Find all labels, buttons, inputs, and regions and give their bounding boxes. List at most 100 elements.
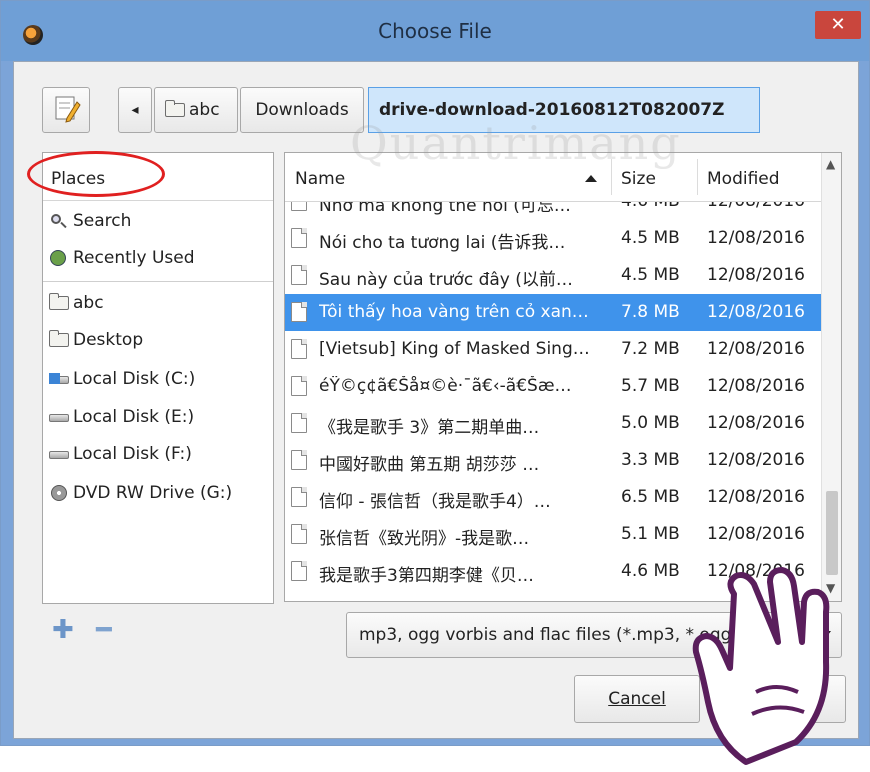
file-name: 中國好歌曲 第五期 胡莎莎 … <box>319 455 540 475</box>
column-header: Name Size Modified <box>285 153 821 202</box>
add-place-button[interactable]: ✚ <box>52 617 74 643</box>
place-label: Search <box>73 211 132 231</box>
file-icon <box>291 228 307 248</box>
file-row[interactable]: 我是歌手3第四期李健《贝… 4.6 MB 12/08/2016 <box>285 553 821 590</box>
column-name[interactable]: Name <box>295 169 345 189</box>
open-label: Open <box>760 689 806 709</box>
places-item-search[interactable]: Search <box>49 211 131 231</box>
file-name: Nói cho ta tương lai (告诉我… <box>319 233 566 253</box>
folder-icon <box>49 293 69 310</box>
scroll-up-icon[interactable]: ▲ <box>826 157 835 171</box>
places-item-recently-used[interactable]: Recently Used <box>49 248 195 268</box>
file-size: 6.5 MB <box>621 487 680 507</box>
column-modified[interactable]: Modified <box>707 169 780 189</box>
path-crumb-downloads[interactable]: Downloads <box>240 87 364 133</box>
search-icon <box>49 213 69 229</box>
open-button[interactable]: Open <box>720 675 846 723</box>
dvd-icon <box>49 485 69 501</box>
sort-ascending-icon <box>585 175 597 182</box>
file-modified: 12/08/2016 <box>707 302 805 322</box>
file-size: 4.6 MB <box>621 561 680 581</box>
column-divider[interactable] <box>697 159 698 195</box>
file-modified: 12/08/2016 <box>707 413 805 433</box>
title-bar[interactable]: Choose File ✕ <box>1 1 869 61</box>
place-label: Recently Used <box>73 248 195 268</box>
scroll-down-icon[interactable]: ▼ <box>826 581 835 595</box>
places-divider <box>43 281 273 282</box>
file-icon <box>291 376 307 396</box>
cancel-button[interactable]: Cancel <box>574 675 700 723</box>
folder-icon <box>49 330 69 347</box>
file-row[interactable]: 信仰 - 張信哲（我是歌手4）… 6.5 MB 12/08/2016 <box>285 479 821 516</box>
places-item-local-disk-f[interactable]: Local Disk (F:) <box>49 444 192 464</box>
file-modified: 12/08/2016 <box>707 524 805 544</box>
file-row[interactable]: 中國好歌曲 第五期 胡莎莎 … 3.3 MB 12/08/2016 <box>285 442 821 479</box>
drive-icon <box>49 409 69 425</box>
file-row[interactable]: Sau này của trước đây (以前… 4.5 MB 12/08/20… <box>285 257 821 294</box>
file-name: éŸ©ç­¢ã€Šå¤©è·¯ã€‹-ã€Šæ… <box>319 376 572 396</box>
file-name: 《我是歌手 3》第二期单曲… <box>319 418 540 438</box>
file-name: [Vietsub] King of Masked Sing… <box>319 339 590 359</box>
file-row[interactable]: Nói cho ta tương lai (告诉我… 4.5 MB 12/08/20… <box>285 220 821 257</box>
place-label: abc <box>73 293 104 313</box>
file-name: 我是歌手3第四期李健《贝… <box>319 566 534 586</box>
path-back-button[interactable]: ◂ <box>118 87 152 133</box>
column-size[interactable]: Size <box>621 169 656 189</box>
file-size: 5.0 MB <box>621 413 680 433</box>
place-label: Desktop <box>73 330 144 350</box>
places-item-desktop[interactable]: Desktop <box>49 330 143 350</box>
file-row[interactable]: [Vietsub] King of Masked Sing… 7.2 MB 12/0… <box>285 331 821 368</box>
scrollbar-thumb[interactable] <box>826 491 838 575</box>
path-crumb-current[interactable]: drive-download-20160812T082007Z <box>368 87 760 133</box>
file-modified: 12/08/2016 <box>707 339 805 359</box>
places-header[interactable]: Places <box>27 151 273 201</box>
places-item-local-disk-c[interactable]: Local Disk (C:) <box>49 369 195 389</box>
file-size: 4.5 MB <box>621 265 680 285</box>
file-size: 3.3 MB <box>621 450 680 470</box>
place-label: Local Disk (C:) <box>73 369 196 389</box>
file-icon <box>291 561 307 581</box>
file-icon <box>291 302 307 322</box>
file-icon <box>291 450 307 470</box>
drive-icon <box>49 371 69 387</box>
file-row-selected[interactable]: Tôi thấy hoa vàng trên cỏ xan… 7.8 MB 12/0… <box>285 294 821 331</box>
file-name: 信仰 - 張信哲（我是歌手4）… <box>319 492 551 512</box>
vertical-scrollbar[interactable]: ▲ ▼ <box>821 153 841 601</box>
folder-icon <box>165 100 185 117</box>
file-name: Sau này của trước đây (以前… <box>319 270 573 290</box>
file-name: Tôi thấy hoa vàng trên cỏ xan… <box>319 302 589 322</box>
filter-label: mp3, ogg vorbis and flac files (*.mp3, *… <box>359 625 794 645</box>
file-icon <box>291 413 307 433</box>
file-size: 5.7 MB <box>621 376 680 396</box>
recent-icon <box>49 250 69 266</box>
file-modified: 12/08/2016 <box>707 376 805 396</box>
file-modified: 12/08/2016 <box>707 450 805 470</box>
file-modified: 12/08/2016 <box>707 265 805 285</box>
file-modified: 12/08/2016 <box>707 561 805 581</box>
file-row[interactable]: 《我是歌手 3》第二期单曲… 5.0 MB 12/08/2016 <box>285 405 821 442</box>
crumb-label: abc <box>189 100 220 120</box>
dialog-body: ◂ abc Downloads drive-download-20160812T… <box>13 61 859 765</box>
annotation-circle <box>27 151 165 197</box>
place-label: DVD RW Drive (G:) <box>73 483 233 503</box>
choose-file-dialog: Choose File ✕ ◂ abc Downloads drive-down… <box>0 0 870 765</box>
file-row[interactable]: éŸ©ç­¢ã€Šå¤©è·¯ã€‹-ã€Šæ… 5.7 MB 12/08/2016 <box>285 368 821 405</box>
places-item-dvd-drive[interactable]: DVD RW Drive (G:) <box>49 483 232 503</box>
file-size: 7.2 MB <box>621 339 680 359</box>
file-name: 张信哲《致光阴》-我是歌… <box>319 529 530 549</box>
file-row[interactable]: 张信哲《致光阴》-我是歌… 5.1 MB 12/08/2016 <box>285 516 821 553</box>
remove-place-button[interactable]: ━ <box>96 617 112 643</box>
column-divider[interactable] <box>611 159 612 195</box>
file-list: Nhớ mà không thể nói (可忘…4.6 MB12/08/201… <box>284 152 842 602</box>
places-item-abc[interactable]: abc <box>49 293 104 313</box>
path-crumb-abc[interactable]: abc <box>154 87 238 133</box>
file-type-filter[interactable]: mp3, ogg vorbis and flac files (*.mp3, *… <box>346 612 842 658</box>
file-icon <box>291 265 307 285</box>
places-item-local-disk-e[interactable]: Local Disk (E:) <box>49 407 194 427</box>
close-button[interactable]: ✕ <box>815 11 861 39</box>
window-title: Choose File <box>378 19 492 43</box>
cancel-label: Cancel <box>608 689 666 709</box>
pencil-icon <box>55 96 81 123</box>
edit-location-button[interactable] <box>42 87 90 133</box>
file-icon <box>291 487 307 507</box>
